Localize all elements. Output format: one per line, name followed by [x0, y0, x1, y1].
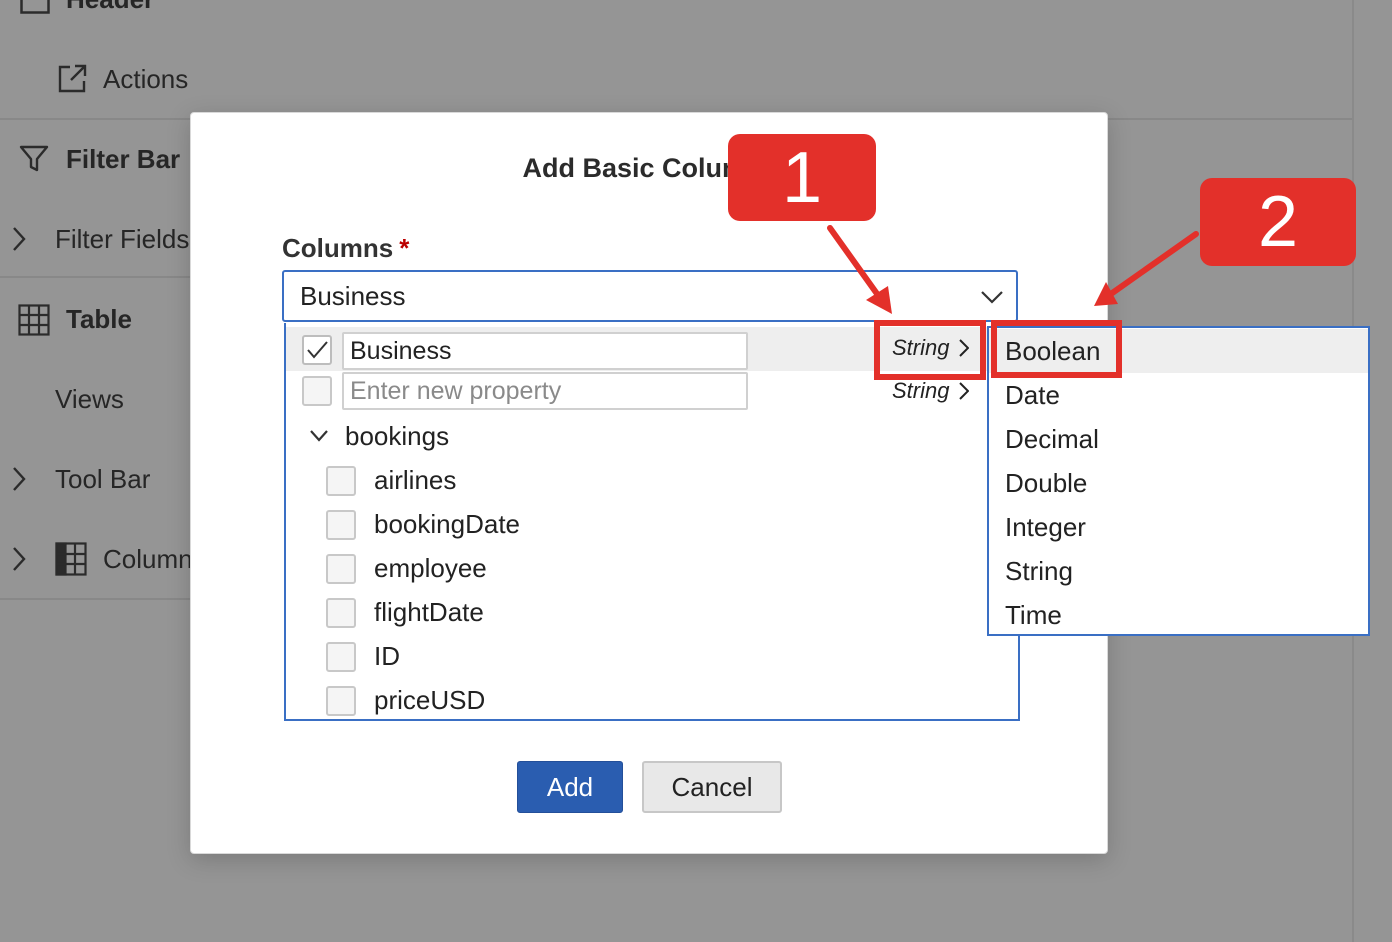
divider [0, 276, 190, 278]
item-label: employee [374, 553, 487, 583]
item-checkbox[interactable] [326, 466, 356, 496]
list-item[interactable]: airlines [286, 459, 1018, 503]
item-checkbox[interactable] [326, 510, 356, 540]
item-checkbox[interactable] [326, 598, 356, 628]
outline-item-label: Tool Bar [55, 464, 151, 494]
checkbox-square-icon [20, 0, 50, 19]
outline-item-label: Table [66, 304, 132, 334]
columns-select-value: Business [300, 280, 406, 311]
list-item[interactable]: ID [286, 635, 1018, 679]
group-bookings[interactable]: bookings [286, 415, 1018, 459]
chevron-down-icon[interactable] [980, 285, 1004, 316]
highlight-type-selector [874, 320, 986, 380]
outline-item-filter-fields[interactable]: Filter Fields [55, 224, 189, 255]
outline-item-label: Filter Fields [55, 224, 190, 254]
item-label: airlines [374, 465, 457, 495]
callout-1: 1 [728, 134, 876, 221]
type-value: String [892, 378, 950, 403]
type-selector-new-property[interactable]: String [892, 378, 970, 404]
type-option-double[interactable]: Double [989, 461, 1368, 505]
columns-dropdown-list: String String bookings airlines [284, 323, 1020, 721]
outline-item-table[interactable]: Table [66, 304, 132, 335]
chevron-right-icon [959, 382, 970, 400]
new-property-input[interactable] [342, 372, 748, 410]
chevron-right-icon[interactable] [12, 466, 26, 497]
list-item[interactable]: flightDate [286, 591, 1018, 635]
list-item[interactable]: employee [286, 547, 1018, 591]
type-option-time[interactable]: Time [989, 593, 1368, 637]
chevron-down-icon[interactable] [309, 429, 329, 448]
filter-icon [19, 144, 49, 179]
property-name-input[interactable] [342, 332, 748, 370]
required-marker: * [399, 233, 410, 263]
cancel-button[interactable]: Cancel [642, 761, 782, 813]
business-checkbox[interactable] [302, 335, 332, 365]
columns-select[interactable]: Business [282, 270, 1018, 322]
columns-label-text: Columns [282, 233, 394, 263]
type-option-date[interactable]: Date [989, 373, 1368, 417]
type-option-string[interactable]: String [989, 549, 1368, 593]
add-basic-columns-dialog: Add Basic Columns Columns* Business Stri… [190, 112, 1108, 854]
group-label: bookings [345, 421, 450, 451]
outline-item-actions[interactable]: Actions [103, 64, 188, 95]
outline-item-label: Actions [103, 64, 189, 94]
item-checkbox[interactable] [326, 554, 356, 584]
outline-item-filter-bar[interactable]: Filter Bar [66, 144, 180, 175]
item-label: ID [374, 641, 400, 671]
highlight-boolean-option [991, 320, 1122, 378]
outline-item-tool-bar[interactable]: Tool Bar [55, 464, 150, 495]
new-property-checkbox[interactable] [302, 376, 332, 406]
outline-item-label: Filter Bar [66, 144, 181, 174]
columns-field-label: Columns * [282, 233, 409, 264]
outline-item-header[interactable]: Header [66, 0, 154, 15]
list-item[interactable]: priceUSD [286, 679, 1018, 719]
item-checkbox[interactable] [326, 686, 356, 716]
dialog-title: Add Basic Columns [522, 153, 778, 183]
item-label: bookingDate [374, 509, 520, 539]
callout-2: 2 [1200, 178, 1356, 266]
external-link-icon [56, 63, 88, 100]
list-item[interactable]: bookingDate [286, 503, 1018, 547]
chevron-right-icon[interactable] [12, 226, 26, 257]
divider [0, 598, 190, 600]
check-icon [307, 341, 328, 359]
table-grid-icon [18, 304, 50, 341]
item-label: priceUSD [374, 685, 486, 715]
outline-item-label: Header [66, 0, 154, 15]
add-button[interactable]: Add [517, 761, 623, 813]
item-label: flightDate [374, 597, 484, 627]
columns-icon [55, 542, 87, 581]
chevron-right-icon[interactable] [12, 546, 26, 577]
outline-item-label: Views [55, 384, 124, 414]
type-option-integer[interactable]: Integer [989, 505, 1368, 549]
item-checkbox[interactable] [326, 642, 356, 672]
outline-item-views[interactable]: Views [55, 384, 124, 415]
type-option-decimal[interactable]: Decimal [989, 417, 1368, 461]
